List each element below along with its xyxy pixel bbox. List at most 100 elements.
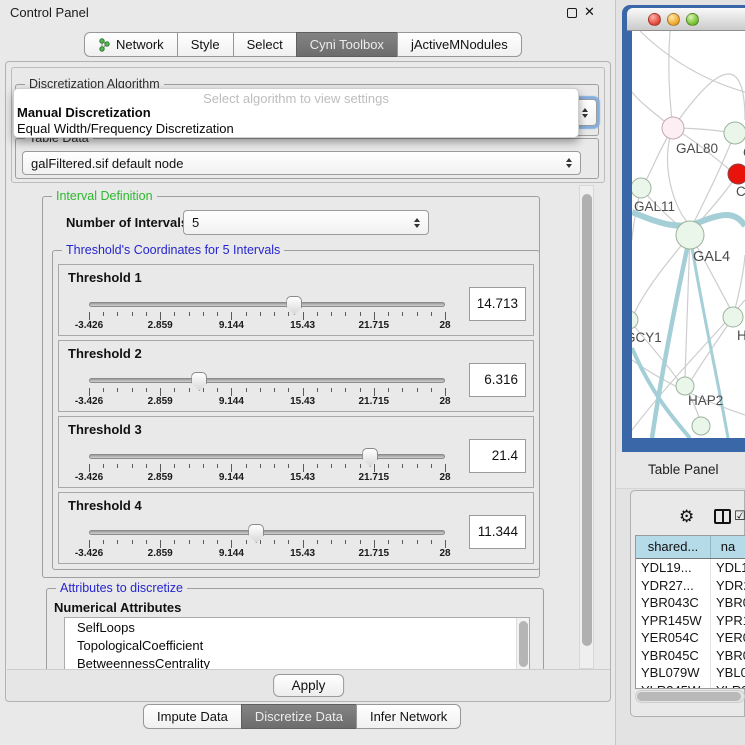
- threshold-slider[interactable]: [89, 374, 445, 388]
- network-canvas[interactable]: GAL80GCGAL11GAL4GCY1HHAP2: [632, 31, 745, 438]
- threshold-slider[interactable]: [89, 526, 445, 540]
- tab-style[interactable]: Style: [177, 32, 234, 57]
- threshold-panel: Threshold 2-3.4262.8599.14415.4321.71528…: [58, 340, 534, 412]
- threshold-value-field[interactable]: 21.4: [469, 439, 526, 473]
- slider-track[interactable]: [89, 302, 445, 307]
- algorithm-option-manual[interactable]: Manual Discretization: [17, 105, 151, 120]
- tab-label: jActiveMNodules: [411, 37, 508, 52]
- attribute-items: SelfLoopsTopologicalCoefficientBetweenne…: [65, 618, 529, 669]
- table-row[interactable]: YER054CYER0: [636, 629, 745, 647]
- table-cell: YBR0: [711, 594, 745, 612]
- network-node-g[interactable]: [724, 122, 745, 144]
- network-node-h[interactable]: [723, 307, 743, 327]
- network-edge: [640, 31, 745, 92]
- apply-button[interactable]: Apply: [273, 674, 345, 697]
- number-of-intervals-value: 5: [192, 215, 199, 230]
- network-node-c[interactable]: [728, 164, 745, 184]
- column-header[interactable]: shared...: [636, 536, 711, 558]
- tick-label: 15.43: [290, 472, 315, 483]
- tick-label: 9.144: [219, 320, 244, 331]
- network-node-label: GAL4: [693, 249, 730, 265]
- table-row[interactable]: YDR27...YDR2: [636, 577, 745, 595]
- table-row[interactable]: YPR145WYPR1: [636, 612, 745, 630]
- slider-scale-labels: -3.4262.8599.14415.4321.71528: [89, 548, 445, 561]
- tick-label: 9.144: [219, 548, 244, 559]
- threshold-label: Threshold 4: [68, 498, 142, 513]
- column-header[interactable]: na: [711, 536, 745, 558]
- tick-label: 28: [439, 396, 450, 407]
- threshold-value-field[interactable]: 14.713: [469, 287, 526, 321]
- network-node-gal11[interactable]: [632, 178, 651, 198]
- network-node-label: C: [736, 184, 745, 199]
- algorithm-option-equal-width[interactable]: Equal Width/Frequency Discretization: [17, 121, 234, 136]
- network-node-gal80[interactable]: [662, 117, 684, 139]
- close-icon[interactable]: ✕: [584, 4, 595, 20]
- table-cell: YBL0: [711, 664, 745, 682]
- mac-minimize-icon[interactable]: [667, 13, 680, 26]
- table-row[interactable]: YBL079WYBL0: [636, 664, 745, 682]
- tick-label: 21.715: [359, 320, 390, 331]
- slider-track[interactable]: [89, 454, 445, 459]
- algorithm-dropdown-hint: Select algorithm to view settings: [14, 91, 578, 106]
- numerical-attributes-list[interactable]: SelfLoopsTopologicalCoefficientBetweenne…: [64, 617, 530, 669]
- tab-select[interactable]: Select: [233, 32, 297, 57]
- network-node[interactable]: [692, 417, 710, 435]
- network-graph: GAL80GCGAL11GAL4GCY1HHAP2: [632, 31, 745, 438]
- threshold-panel: Threshold 4-3.4262.8599.14415.4321.71528…: [58, 492, 534, 564]
- tab-label: Impute Data: [157, 709, 228, 724]
- threshold-label: Threshold 2: [68, 346, 142, 361]
- table-row[interactable]: YBR045CYBR0: [636, 647, 745, 665]
- thresholds-group-title: Threshold's Coordinates for 5 Intervals: [62, 243, 284, 257]
- checkbox-filter-icons[interactable]: ☑☑: [734, 509, 745, 524]
- app-root: Control Panel ✕ NetworkStyleSelectCyni T…: [0, 0, 745, 745]
- settings-scroll-area[interactable]: Interval Definition Number of Intervals …: [11, 185, 605, 669]
- slider-track[interactable]: [89, 378, 445, 383]
- tab-label: Infer Network: [370, 709, 447, 724]
- table-row[interactable]: YLR345WYLR3: [636, 682, 745, 690]
- tab-jactivemnodules[interactable]: jActiveMNodules: [397, 32, 522, 57]
- list-item[interactable]: TopologicalCoefficient: [65, 636, 529, 654]
- tab-discretize-data[interactable]: Discretize Data: [241, 704, 357, 729]
- tab-impute-data[interactable]: Impute Data: [143, 704, 242, 729]
- table-cell: YDR27...: [636, 577, 711, 595]
- list-item[interactable]: SelfLoops: [65, 618, 529, 636]
- table-row[interactable]: YBR043CYBR0: [636, 594, 745, 612]
- network-edge: [673, 74, 745, 128]
- attributes-scrollbar[interactable]: [516, 618, 529, 669]
- table-horizontal-scrollbar[interactable]: [635, 690, 745, 703]
- network-window-titlebar[interactable]: [627, 8, 745, 31]
- threshold-slider[interactable]: [89, 450, 445, 464]
- tab-network[interactable]: Network: [84, 32, 178, 57]
- threshold-label: Threshold 1: [68, 270, 142, 285]
- tab-label: Discretize Data: [255, 709, 343, 724]
- table-data-select[interactable]: galFiltered.sif default node: [22, 151, 581, 175]
- mac-close-icon[interactable]: [648, 13, 661, 26]
- table-cell: YBR0: [711, 647, 745, 665]
- threshold-slider[interactable]: [89, 298, 445, 312]
- list-item[interactable]: BetweennessCentrality: [65, 654, 529, 669]
- float-window-icon[interactable]: [567, 8, 577, 18]
- tick-label: -3.426: [75, 472, 103, 483]
- table-row[interactable]: YDL19...YDL1: [636, 559, 745, 577]
- tick-label: 2.859: [148, 320, 173, 331]
- number-of-intervals-select[interactable]: 5: [183, 210, 429, 235]
- table-hscrollbar-thumb[interactable]: [637, 692, 741, 701]
- tick-label: 15.43: [290, 548, 315, 559]
- tick-label: 21.715: [359, 472, 390, 483]
- table-cell: YER0: [711, 629, 745, 647]
- tick-label: 9.144: [219, 472, 244, 483]
- node-table[interactable]: shared...na YDL19...YDL1YDR27...YDR2YBR0…: [635, 535, 745, 689]
- tab-infer-network[interactable]: Infer Network: [356, 704, 461, 729]
- network-view-window: GAL80GCGAL11GAL4GCY1HHAP2: [622, 5, 745, 452]
- gear-icon[interactable]: ⚙: [679, 507, 694, 527]
- threshold-value-field[interactable]: 11.344: [469, 515, 526, 549]
- threshold-value-field[interactable]: 6.316: [469, 363, 526, 397]
- attributes-scrollbar-thumb[interactable]: [519, 621, 528, 667]
- slider-track[interactable]: [89, 530, 445, 535]
- network-node-gal4[interactable]: [676, 221, 704, 249]
- network-node-gcy1[interactable]: [632, 311, 638, 329]
- table-toolbar: ⚙ ☑☑: [631, 491, 744, 534]
- columns-icon[interactable]: [714, 509, 731, 524]
- tab-cyni-toolbox[interactable]: Cyni Toolbox: [296, 32, 398, 57]
- mac-zoom-icon[interactable]: [686, 13, 699, 26]
